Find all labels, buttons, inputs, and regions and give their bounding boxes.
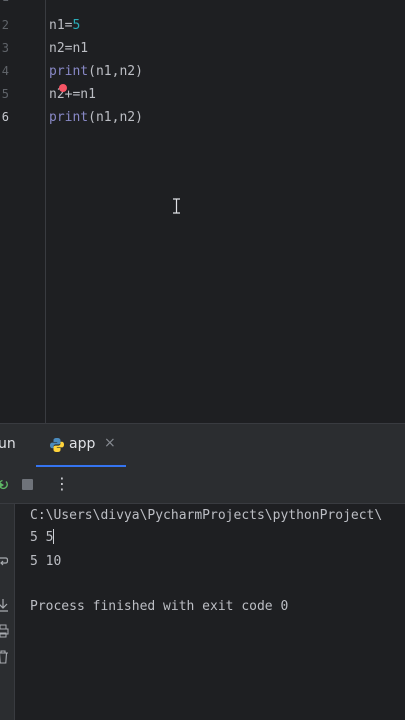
- print-icon[interactable]: [0, 624, 11, 638]
- console-side-toolbar: [0, 504, 14, 720]
- code-text: (n1,n2): [88, 64, 143, 79]
- number-literal: 5: [72, 18, 81, 33]
- code-line-5[interactable]: n2+=n1: [49, 83, 96, 106]
- run-toolbar: ⋮: [0, 467, 405, 504]
- gutter-divider: [45, 0, 46, 423]
- line-number: 2: [1, 18, 9, 32]
- trash-icon[interactable]: [0, 650, 11, 664]
- close-icon[interactable]: ×: [104, 435, 116, 451]
- scroll-to-end-icon[interactable]: [0, 598, 11, 612]
- line-number: 4: [1, 64, 9, 78]
- ide-window: 1 2 3 4 5 6 n1=5 n2=n1 print(n1,n2) n2+=…: [0, 0, 405, 720]
- console-command-line: C:\Users\divya\PycharmProjects\pythonPro…: [30, 508, 383, 523]
- code-text: n2=n1: [49, 41, 89, 56]
- line-number: 5: [1, 87, 9, 101]
- tab-app[interactable]: app ×: [36, 424, 126, 468]
- console-output-line: 5 10: [30, 554, 62, 569]
- run-console-output[interactable]: C:\Users\divya\PycharmProjects\pythonPro…: [15, 504, 405, 720]
- line-number: 1: [0, 0, 9, 9]
- line-number: 3: [1, 41, 9, 55]
- code-line-3[interactable]: n2=n1: [49, 37, 88, 60]
- tab-label: app: [69, 436, 96, 452]
- code-line-4[interactable]: print(n1,n2): [49, 60, 143, 83]
- mouse-ibeam-cursor-icon: [172, 198, 181, 214]
- code-line-2[interactable]: n1=5: [49, 14, 80, 37]
- rerun-icon[interactable]: [0, 477, 10, 491]
- line-number-current: 6: [1, 110, 9, 124]
- code-text: n1=: [49, 18, 73, 33]
- python-icon: [49, 437, 65, 453]
- code-line-6[interactable]: print(n1,n2): [49, 106, 143, 129]
- builtin-function: print: [49, 64, 89, 79]
- builtin-function: print: [49, 110, 89, 125]
- error-indicator-icon[interactable]: [59, 84, 67, 92]
- run-tool-window-header: un app ×: [0, 423, 405, 468]
- console-exit-message: Process finished with exit code 0: [30, 599, 289, 614]
- console-output-line[interactable]: 5 5: [30, 528, 55, 548]
- code-text: n2+=n1: [49, 87, 96, 102]
- text-cursor: [53, 529, 55, 544]
- soft-wrap-icon[interactable]: [0, 555, 11, 569]
- stop-icon[interactable]: [22, 479, 33, 490]
- code-editor[interactable]: 1 2 3 4 5 6 n1=5 n2=n1 print(n1,n2) n2+=…: [0, 0, 405, 423]
- more-options-icon[interactable]: ⋮: [54, 475, 70, 493]
- code-text: (n1,n2): [88, 110, 143, 125]
- line-number-gutter: 1 2 3 4 5 6: [0, 0, 46, 423]
- run-panel-title: un: [0, 436, 16, 452]
- console-output-text: 5 5: [30, 530, 54, 545]
